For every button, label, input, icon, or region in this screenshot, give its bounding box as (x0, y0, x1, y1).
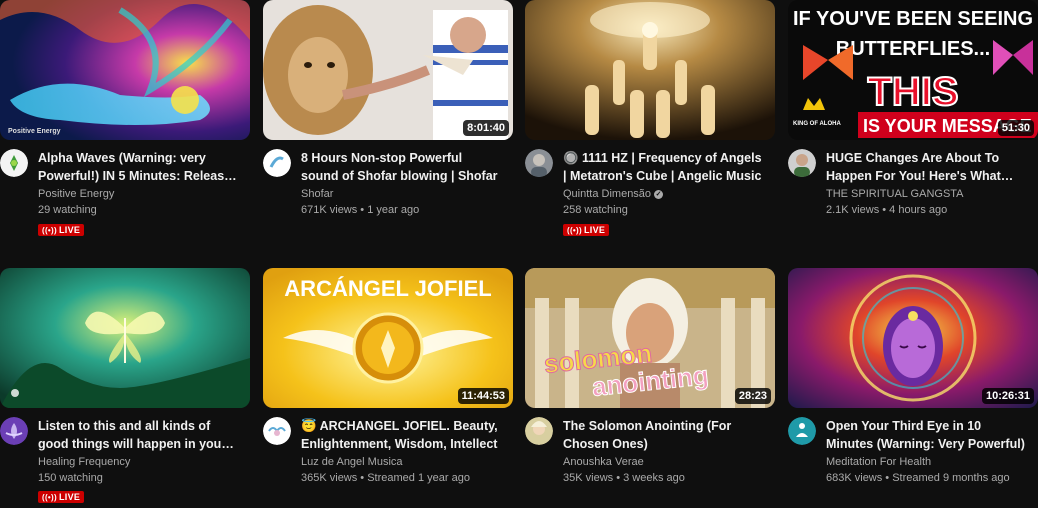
channel-avatar[interactable] (788, 149, 816, 177)
channel-avatar[interactable] (788, 417, 816, 445)
live-badge: ((•)) LIVE (563, 224, 610, 236)
channel-name[interactable]: Positive Energy (38, 188, 238, 200)
video-duration: 11:44:53 (457, 388, 509, 404)
video-thumbnail[interactable] (525, 0, 775, 140)
video-stats: 29 watching (38, 204, 97, 216)
broadcast-icon: ((•)) (567, 226, 582, 235)
video-title[interactable]: 😇 ARCHANGEL JOFIEL. Beauty, Enlightenmen… (301, 417, 501, 453)
video-meta: The Solomon Anointing (For Chosen Ones) … (525, 417, 775, 507)
video-title[interactable]: The Solomon Anointing (For Chosen Ones) (563, 417, 763, 453)
video-thumbnail[interactable]: ARCÁNGEL JOFIEL 11:44:53 (263, 268, 513, 408)
video-meta: 🔘 1111 HZ | Frequency of Angels | Metatr… (525, 149, 775, 239)
thumbnail-watermark: Positive Energy (8, 128, 61, 135)
video-card[interactable]: Positive Energy Alpha Waves (Warning: ve… (0, 0, 250, 240)
video-title[interactable]: Alpha Waves (Warning: very Powerful!) IN… (38, 149, 238, 185)
video-card[interactable]: 8:01:40 8 Hours Non-stop Powerful sound … (263, 0, 513, 240)
video-stats: 2.1K views • 4 hours ago (826, 204, 948, 216)
channel-name[interactable]: THE SPIRITUAL GANGSTA (826, 188, 1026, 200)
video-duration: 28:23 (734, 388, 771, 404)
video-card[interactable]: solomon anointing 28:23 The Solomon Anoi… (525, 268, 775, 508)
video-thumbnail[interactable]: 8:01:40 (263, 0, 513, 140)
video-thumbnail[interactable]: Positive Energy (0, 0, 250, 140)
video-title[interactable]: 🔘 1111 HZ | Frequency of Angels | Metatr… (563, 149, 763, 185)
video-meta: 8 Hours Non-stop Powerful sound of Shofa… (263, 149, 513, 239)
channel-name[interactable]: Healing Frequency (38, 456, 238, 468)
channel-avatar[interactable] (525, 149, 553, 177)
video-stats: 365K views • Streamed 1 year ago (301, 472, 470, 484)
video-meta: HUGE Changes Are About To Happen For You… (788, 149, 1038, 239)
video-stats: 671K views • 1 year ago (301, 204, 420, 216)
thumbnail-badge: KING OF ALOHA (793, 121, 841, 127)
channel-name[interactable]: Luz de Angel Musica (301, 456, 501, 468)
thumbnail-line3: THIS (867, 70, 958, 114)
video-title[interactable]: Open Your Third Eye in 10 Minutes (Warni… (826, 417, 1026, 453)
video-card[interactable]: Listen to this and all kinds of good thi… (0, 268, 250, 508)
video-meta: Listen to this and all kinds of good thi… (0, 417, 250, 507)
video-duration: 8:01:40 (463, 120, 509, 136)
video-card[interactable]: 10:26:31 Open Your Third Eye in 10 Minut… (788, 268, 1038, 508)
video-duration: 10:26:31 (981, 388, 1034, 404)
channel-avatar[interactable] (263, 417, 291, 445)
channel-name[interactable]: Anoushka Verae (563, 456, 763, 468)
video-duration: 51:30 (997, 120, 1034, 136)
broadcast-icon: ((•)) (42, 493, 57, 502)
video-title[interactable]: HUGE Changes Are About To Happen For You… (826, 149, 1026, 185)
video-card[interactable]: IF YOU'VE BEEN SEEING BUTTERFLIES... THI… (788, 0, 1038, 240)
video-thumbnail[interactable]: IF YOU'VE BEEN SEEING BUTTERFLIES... THI… (788, 0, 1038, 140)
broadcast-icon: ((•)) (42, 226, 57, 235)
video-meta: Alpha Waves (Warning: very Powerful!) IN… (0, 149, 250, 239)
video-thumbnail[interactable] (0, 268, 250, 408)
video-thumbnail[interactable]: solomon anointing 28:23 (525, 268, 775, 408)
video-stats: 35K views • 3 weeks ago (563, 472, 685, 484)
thumbnail-line2: BUTTERFLIES... (836, 38, 990, 60)
video-title[interactable]: 8 Hours Non-stop Powerful sound of Shofa… (301, 149, 501, 185)
live-badge: ((•)) LIVE (38, 224, 85, 236)
video-title[interactable]: Listen to this and all kinds of good thi… (38, 417, 238, 453)
video-card[interactable]: 🔘 1111 HZ | Frequency of Angels | Metatr… (525, 0, 775, 240)
video-stats: 683K views • Streamed 9 months ago (826, 472, 1010, 484)
verified-check-icon: ✓ (654, 189, 664, 199)
video-thumbnail[interactable]: 10:26:31 (788, 268, 1038, 408)
video-stats: 258 watching (563, 204, 628, 216)
channel-name[interactable]: Shofar (301, 188, 501, 200)
channel-name[interactable]: Meditation For Health (826, 456, 1026, 468)
video-grid: Positive Energy Alpha Waves (Warning: ve… (0, 0, 1038, 508)
live-badge: ((•)) LIVE (38, 491, 85, 503)
channel-name[interactable]: Quintta Dimensão ✓ (563, 188, 763, 200)
video-meta: 😇 ARCHANGEL JOFIEL. Beauty, Enlightenmen… (263, 417, 513, 507)
thumbnail-heading: ARCÁNGEL JOFIEL (284, 276, 491, 301)
thumbnail-line1: IF YOU'VE BEEN SEEING (793, 8, 1033, 30)
channel-avatar[interactable] (525, 417, 553, 445)
channel-avatar[interactable] (0, 149, 28, 177)
video-card[interactable]: ARCÁNGEL JOFIEL 11:44:53 😇 ARCHANGEL JOF… (263, 268, 513, 508)
channel-avatar[interactable] (263, 149, 291, 177)
channel-avatar[interactable] (0, 417, 28, 445)
video-stats: 150 watching (38, 472, 103, 484)
video-meta: Open Your Third Eye in 10 Minutes (Warni… (788, 417, 1038, 507)
